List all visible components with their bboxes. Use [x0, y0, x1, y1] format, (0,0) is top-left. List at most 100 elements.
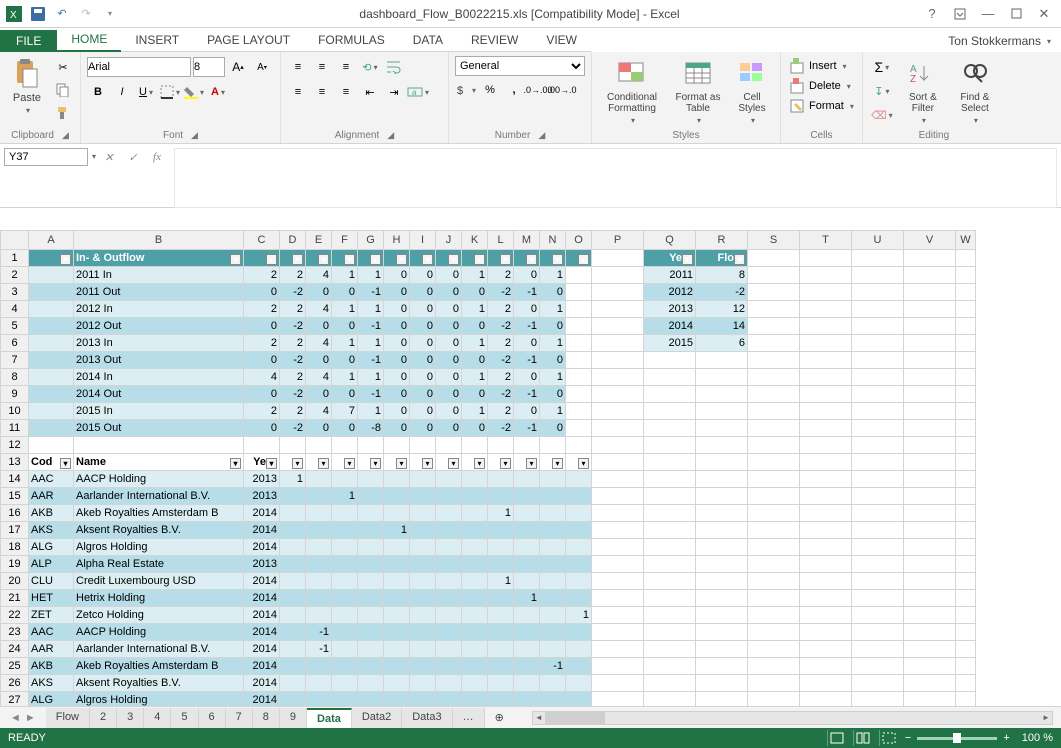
filter-dropdown-icon[interactable]: ▾: [370, 254, 381, 265]
cell[interactable]: Aarlander International B.V.: [74, 641, 244, 658]
cell[interactable]: [904, 641, 956, 658]
cell[interactable]: [306, 556, 332, 573]
cell[interactable]: [384, 658, 410, 675]
cell[interactable]: [436, 607, 462, 624]
filter-dropdown-icon[interactable]: ▾: [526, 254, 537, 265]
sheet-tab[interactable]: 3: [117, 708, 144, 728]
decrease-font-icon[interactable]: A▾: [251, 56, 273, 78]
cell[interactable]: [696, 505, 748, 522]
row-header[interactable]: 16: [1, 505, 29, 522]
cell[interactable]: [592, 590, 644, 607]
cell[interactable]: [904, 488, 956, 505]
cell[interactable]: [306, 539, 332, 556]
cell[interactable]: [514, 624, 540, 641]
filter-dropdown-icon[interactable]: ▾: [60, 254, 71, 265]
cell[interactable]: [956, 658, 976, 675]
cell[interactable]: [566, 284, 592, 301]
cell[interactable]: [852, 505, 904, 522]
cell[interactable]: 2: [244, 403, 280, 420]
cell[interactable]: [748, 539, 800, 556]
cell[interactable]: Name▾: [74, 454, 244, 471]
cell[interactable]: [306, 488, 332, 505]
cell[interactable]: [358, 539, 384, 556]
cell[interactable]: [644, 590, 696, 607]
col-header[interactable]: D: [280, 231, 306, 250]
cell[interactable]: [462, 658, 488, 675]
cell[interactable]: [280, 488, 306, 505]
cell[interactable]: [384, 488, 410, 505]
cell[interactable]: [410, 471, 436, 488]
cell[interactable]: 2013: [244, 471, 280, 488]
cell[interactable]: -2: [488, 318, 514, 335]
col-header[interactable]: G: [358, 231, 384, 250]
cell[interactable]: [852, 675, 904, 692]
cell[interactable]: [800, 573, 852, 590]
cell[interactable]: [566, 590, 592, 607]
cell[interactable]: ▾: [488, 250, 514, 267]
cell[interactable]: 2012 Out: [74, 318, 244, 335]
row-header[interactable]: 19: [1, 556, 29, 573]
cell[interactable]: [748, 607, 800, 624]
zoom-slider[interactable]: [917, 737, 997, 740]
cell[interactable]: [566, 352, 592, 369]
cell[interactable]: 1: [358, 403, 384, 420]
filter-dropdown-icon[interactable]: ▾: [292, 254, 303, 265]
row-header[interactable]: 17: [1, 522, 29, 539]
cell[interactable]: [748, 522, 800, 539]
col-header[interactable]: K: [462, 231, 488, 250]
cell[interactable]: 0: [410, 386, 436, 403]
cell[interactable]: [540, 471, 566, 488]
insert-tab[interactable]: INSERT: [121, 29, 193, 52]
cell[interactable]: 4: [306, 267, 332, 284]
sheet-nav-prev-icon[interactable]: ◄: [10, 712, 21, 724]
cell[interactable]: [800, 352, 852, 369]
cell[interactable]: [384, 692, 410, 707]
cell[interactable]: [358, 590, 384, 607]
cell[interactable]: Zetco Holding: [74, 607, 244, 624]
cell[interactable]: 0: [384, 284, 410, 301]
cell[interactable]: [514, 488, 540, 505]
cell[interactable]: [644, 471, 696, 488]
cell[interactable]: [566, 437, 592, 454]
name-box[interactable]: [4, 148, 88, 166]
cell[interactable]: Aksent Royalties B.V.: [74, 522, 244, 539]
cell[interactable]: [696, 420, 748, 437]
cell[interactable]: Akeb Royalties Amsterdam B: [74, 505, 244, 522]
col-header[interactable]: N: [540, 231, 566, 250]
cell[interactable]: [566, 692, 592, 707]
cell[interactable]: [800, 471, 852, 488]
cell[interactable]: [904, 318, 956, 335]
cell[interactable]: [696, 675, 748, 692]
filter-dropdown-icon[interactable]: ▾: [230, 458, 241, 469]
cell[interactable]: ▾: [488, 454, 514, 471]
cell[interactable]: [904, 335, 956, 352]
cell[interactable]: [462, 607, 488, 624]
cell[interactable]: 2: [280, 369, 306, 386]
cell[interactable]: ▾: [436, 454, 462, 471]
cell[interactable]: -1: [514, 318, 540, 335]
cell[interactable]: [358, 471, 384, 488]
cell[interactable]: [514, 607, 540, 624]
cell[interactable]: [436, 505, 462, 522]
cell[interactable]: [644, 437, 696, 454]
cell[interactable]: ▾: [306, 250, 332, 267]
cell[interactable]: [800, 250, 852, 267]
cell[interactable]: ALP: [29, 556, 74, 573]
cell[interactable]: ALG: [29, 692, 74, 707]
row-header[interactable]: 3: [1, 284, 29, 301]
clipboard-launcher[interactable]: ◢: [62, 130, 69, 141]
cell[interactable]: [540, 675, 566, 692]
cell[interactable]: -1: [358, 318, 384, 335]
cell[interactable]: [540, 692, 566, 707]
cell[interactable]: AKB: [29, 505, 74, 522]
cell[interactable]: Algros Holding: [74, 539, 244, 556]
cell[interactable]: [280, 590, 306, 607]
cell[interactable]: [852, 692, 904, 707]
col-header[interactable]: H: [384, 231, 410, 250]
cell[interactable]: [748, 250, 800, 267]
cell[interactable]: -1: [514, 420, 540, 437]
cell[interactable]: 0: [436, 318, 462, 335]
cell[interactable]: [956, 335, 976, 352]
cell[interactable]: [436, 590, 462, 607]
horizontal-scrollbar[interactable]: ◄ ►: [532, 711, 1053, 725]
